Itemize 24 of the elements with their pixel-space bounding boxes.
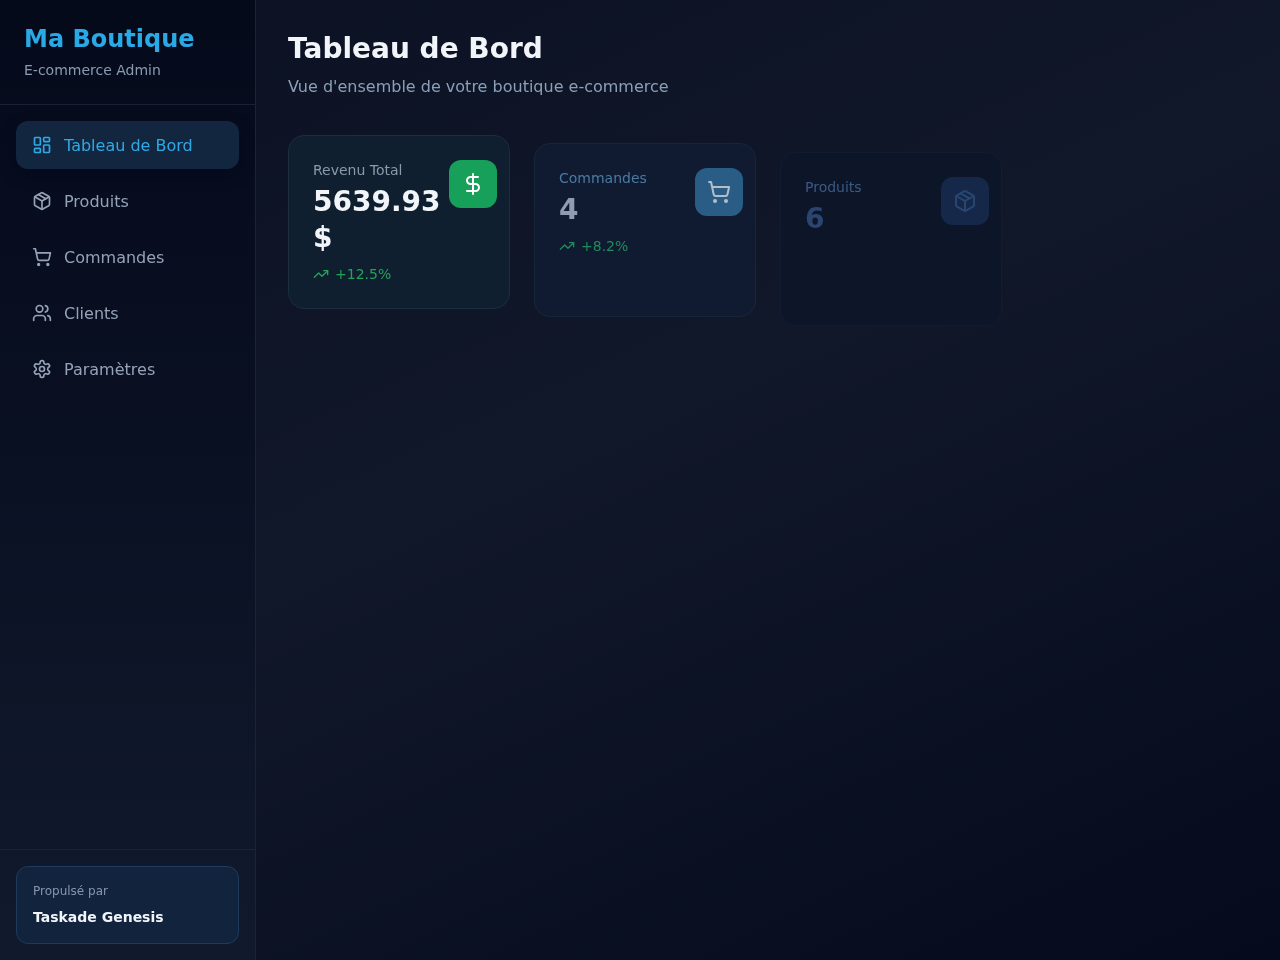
nav-item[interactable]: Tableau de Bord — [16, 121, 239, 169]
nav-item[interactable]: Produits — [16, 177, 239, 225]
powered-by-caption: Propulsé par — [33, 883, 109, 899]
stat-value: 5639.93 $ — [313, 184, 442, 256]
page-subtitle: Vue d'ensemble de votre boutique e-commerce — [288, 76, 670, 98]
cart-icon — [32, 247, 52, 267]
stat-label: Commandes — [559, 169, 648, 188]
stat-value: 6 — [805, 201, 826, 237]
dashboard-icon — [32, 135, 52, 155]
powered-by-name: Taskade Genesis — [33, 908, 165, 927]
nav-item[interactable]: Paramètres — [16, 345, 239, 393]
nav-item[interactable]: Clients — [16, 289, 239, 337]
stat-label: Revenu Total — [313, 161, 404, 180]
users-icon — [32, 303, 52, 323]
brand-subtitle: E-commerce Admin — [24, 61, 162, 80]
brand-title: Ma Boutique — [24, 24, 196, 54]
stat-value: 4 — [559, 192, 580, 228]
stat-label: Produits — [805, 178, 863, 197]
package-icon — [32, 191, 52, 211]
settings-icon — [32, 359, 52, 379]
trend-text: +12.5% — [335, 265, 392, 284]
trend-text: +8.2% — [581, 237, 629, 256]
nav-item[interactable]: Commandes — [16, 233, 239, 281]
page-title: Tableau de Bord — [288, 32, 544, 66]
